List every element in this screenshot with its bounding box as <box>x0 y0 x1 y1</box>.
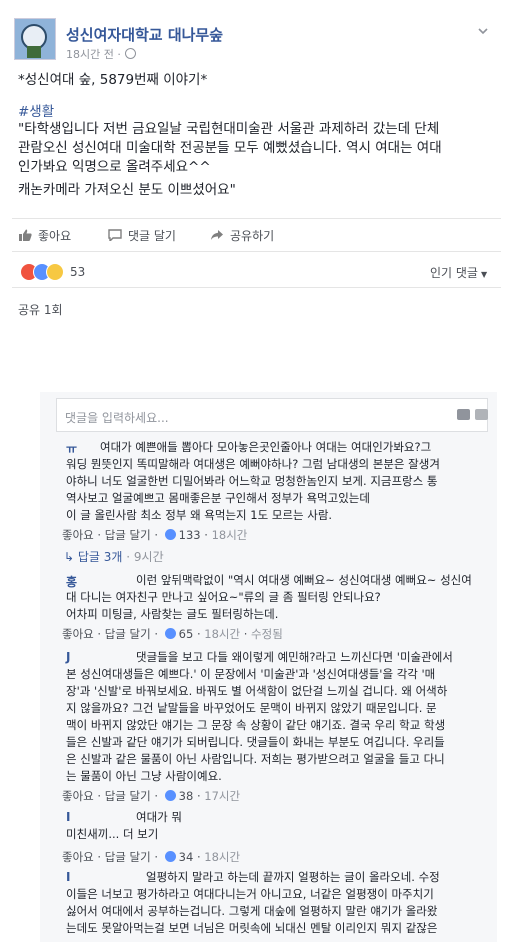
comment-actions: 좋아요 · 답글 달기 · 133 · 18시간 <box>62 528 248 542</box>
hashtag-link[interactable]: #생활 <box>18 100 54 120</box>
comment-like-button[interactable]: 좋아요 <box>62 528 94 542</box>
comment-line: 는데도 못알아먹는걸 보면 너님은 머릿속에 뇌대신 멘탈 이리인지 뭐지 같잖… <box>66 921 438 935</box>
comment-line: 얼평하지 말라고 하는데 끝까지 얼평하는 글이 올라오네. 수정 <box>146 870 440 884</box>
comment-line: 이런 앞뒤맥락없이 "역시 여대생 예뻐요~ 성신여대생 예뻐요~ 성신여 <box>136 573 472 587</box>
comment-line: 댓글들을 보고 다들 왜이렇게 예민해?라고 느끼신다면 '미술관에서 <box>136 650 453 664</box>
comment-actions: 좋아요 · 답글 달기 · 65 · 18시간 · 수정됨 <box>62 627 283 641</box>
divider <box>12 218 501 219</box>
comment-line: 들은 신발과 같단 얘기가 되버립니다. 댓글들이 화내는 부분도 여깁니다. … <box>66 735 445 749</box>
chevron-down-icon[interactable] <box>478 26 488 36</box>
comment-input[interactable]: 댓글을 입력하세요... <box>56 398 488 432</box>
comment-time[interactable]: 18시간 <box>204 627 240 641</box>
author-initial[interactable]: I <box>66 810 70 824</box>
comment-label: 댓글 달기 <box>128 229 176 243</box>
author-initial[interactable]: 홍 <box>66 575 77 589</box>
comment-reply-button[interactable]: 답글 달기 <box>105 627 151 641</box>
comment-time[interactable]: 17시간 <box>204 789 240 803</box>
comment-like-count[interactable]: 38 <box>179 789 194 803</box>
haha-reaction-icon <box>46 263 64 281</box>
comment-like-button[interactable]: 좋아요 <box>62 627 94 641</box>
thumbs-up-icon <box>19 229 32 241</box>
view-replies-link[interactable]: ↳ 답글 3개 · 9시간 <box>64 548 164 565</box>
comment-author[interactable]: I <box>66 810 70 824</box>
comment-time[interactable]: 18시간 <box>204 850 240 864</box>
share-button[interactable]: 공유하기 <box>210 227 274 244</box>
popular-comments-dropdown[interactable]: 인기 댓글 ▼ <box>430 264 487 281</box>
post-title-line: *성신여대 숲, 5879번째 이야기* <box>18 72 208 88</box>
comment-author[interactable]: J <box>66 650 70 664</box>
comment-button[interactable]: 댓글 달기 <box>108 227 176 244</box>
comment-author[interactable]: ㅠ <box>66 440 77 457</box>
comment-actions: 좋아요 · 답글 달기 · 38 · 17시간 <box>62 789 241 803</box>
comment-line: 이 글 올린사람 최소 정부 왜 욕먹는지 1도 모르는 사람. <box>66 508 333 522</box>
replies-count[interactable]: 답글 3개 <box>78 550 123 564</box>
comment-line: 은 신발과 같은 물품이 아닌 사람입니다. 저희는 평가받으려고 얼굴을 들고… <box>66 752 445 766</box>
popular-comments-label: 인기 댓글 <box>430 266 478 280</box>
share-icon <box>211 230 223 240</box>
comment-line: 야하니 너도 얼굴한번 디밀어봐라 어느학교 멍청한놈인지 보게. 지금프랑스 … <box>66 474 438 488</box>
comment-like-button[interactable]: 좋아요 <box>62 789 94 803</box>
comment-input-placeholder: 댓글을 입력하세요... <box>65 411 169 425</box>
comment-like-count[interactable]: 34 <box>179 850 194 864</box>
avatar-bamboo <box>27 46 41 58</box>
caret-down-icon: ▼ <box>480 270 488 279</box>
author-initial[interactable]: ㅠ <box>66 442 77 456</box>
comment-line: 미친새끼... 더 보기 <box>66 827 159 841</box>
comment-line: 맥이 바뀌지 않았단 얘기는 그 문장 속 상황이 같단 얘기죠. 결국 우리 … <box>66 718 446 732</box>
comment-author[interactable]: I <box>66 870 70 884</box>
comment-author[interactable]: 홍 <box>66 573 77 590</box>
comment-line: 는 물품이 아닌 그냥 사람이예요. <box>66 769 222 783</box>
comment-icon <box>108 229 122 241</box>
post-timestamp[interactable]: 18시간 전 · <box>66 46 136 62</box>
globe-icon <box>124 48 136 59</box>
reaction-count[interactable]: 53 <box>70 265 85 279</box>
share-label: 공유하기 <box>230 229 275 243</box>
comment-line: 이들은 너보고 평가하라고 여대다니는거 아니고요, 너같은 얼평쟁이 마주치기 <box>66 887 434 901</box>
post-time-text[interactable]: 18시간 전 · <box>66 48 121 61</box>
author-initial[interactable]: J <box>66 650 70 664</box>
comment-time[interactable]: 18시간 <box>212 528 248 542</box>
camera-icon[interactable] <box>457 409 470 420</box>
comment-like-count[interactable]: 133 <box>179 528 201 542</box>
comment-line: 대 다니는 여자친구 만나고 싶어요~"류의 글 좀 필터링 안되나요? <box>66 590 381 604</box>
post-body-line-2: 관람오신 성신여대 미술대학 전공분들 모두 예뻤셨습니다. 역시 여대는 여대 <box>18 140 442 156</box>
comment-line: 여대가 뭐 <box>136 810 182 824</box>
share-count-link[interactable]: 공유 1회 <box>18 301 63 318</box>
comment-line: 워딩 뭔뜻인지 똑띠말해라 여대생은 예뻐야하나? 그럼 남대생의 본분은 잘생… <box>66 457 440 471</box>
divider <box>12 251 501 252</box>
comment-line: 어차피 미팅글, 사람찾는 글도 필터링하는데. <box>66 607 279 621</box>
post-body-line-3: 인가봐요 익명으로 올려주세요^^ <box>18 159 211 175</box>
post-card: 성신여자대학교 대나무숲 18시간 전 · *성신여대 숲, 5879번째 이야… <box>0 0 513 392</box>
replies-time: 9시간 <box>133 550 164 564</box>
like-count-icon <box>164 851 176 862</box>
like-count-icon <box>164 529 176 540</box>
comment-line: 지 않을까요? 그건 낱말들을 바꾸었어도 문맥이 바뀌지 않았기 때문입니다.… <box>66 701 437 715</box>
like-count-icon <box>164 628 176 639</box>
comments-section: 댓글을 입력하세요... ㅠ 여대가 예쁜애들 뽑아다 모아놓은곳인줄아나 여대… <box>40 392 497 942</box>
like-button[interactable]: 좋아요 <box>18 227 71 244</box>
comment-line: 장'과 '신발'로 바꿔보세요. 바꿔도 별 어색함이 없단걸 느끼실 겁니다.… <box>66 684 448 698</box>
post-body-line-4: 캐논카메라 가져오신 분도 이쁘셨어요" <box>18 182 236 198</box>
author-initial[interactable]: I <box>66 870 70 884</box>
edited-label[interactable]: 수정됨 <box>251 627 283 641</box>
divider <box>12 287 501 288</box>
page-avatar[interactable] <box>14 18 56 60</box>
comment-line: 역사보고 얼굴예쁘고 몸매좋은분 구인해서 정부가 욕먹고있는데 <box>66 491 370 505</box>
comment-line: 여대가 예쁜애들 뽑아다 모아놓은곳인줄아나 여대는 여대인가봐요?그 <box>100 440 432 454</box>
comment-like-count[interactable]: 65 <box>179 627 194 641</box>
sticker-icon[interactable] <box>475 409 488 420</box>
comment-line: 싫어서 여대에서 공부하는겁니다. 그렇게 대숲에 얼평하지 말란 얘기가 올라… <box>66 904 438 918</box>
reply-arrow-icon: ↳ <box>64 550 78 564</box>
post-body-line-1: "타학생입니다 저번 금요일날 국립현대미술관 서울관 과제하러 갔는데 단체 <box>18 121 440 137</box>
comment-reply-button[interactable]: 답글 달기 <box>105 850 151 864</box>
page-name-link[interactable]: 성신여자대학교 대나무숲 <box>66 24 223 45</box>
comment-reply-button[interactable]: 답글 달기 <box>105 789 151 803</box>
comment-reply-button[interactable]: 답글 달기 <box>105 528 151 542</box>
comment-actions: 좋아요 · 답글 달기 · 34 · 18시간 <box>62 850 241 864</box>
like-count-icon <box>164 790 176 801</box>
comment-line: 본 성신여대생들은 예쁘다.' 이 문장에서 '미술관'과 '성신여대생들'을 … <box>66 667 436 681</box>
like-label: 좋아요 <box>38 229 72 243</box>
comment-like-button[interactable]: 좋아요 <box>62 850 94 864</box>
